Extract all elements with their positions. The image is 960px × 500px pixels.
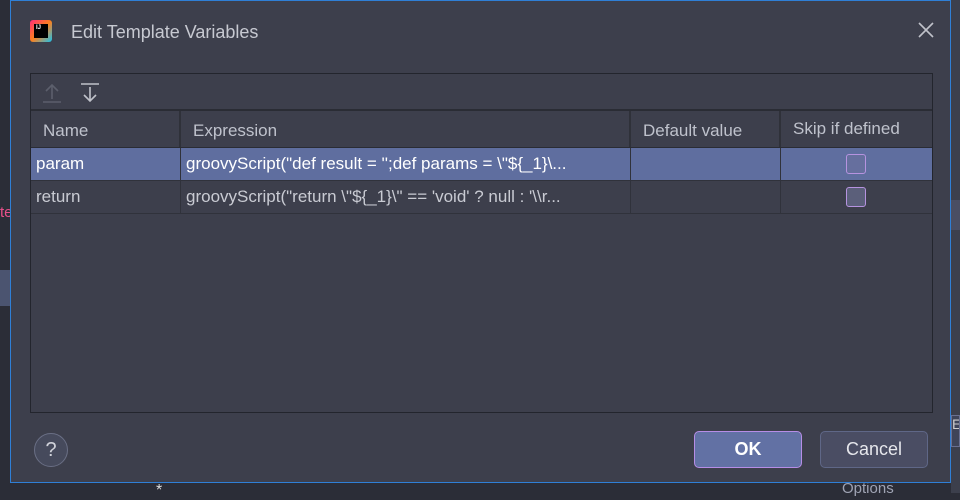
skip-if-defined-checkbox[interactable] xyxy=(846,154,866,174)
variables-table-panel: Name Expression Default value Skip if de… xyxy=(30,73,933,413)
variable-default-value[interactable] xyxy=(631,181,781,213)
ok-button[interactable]: OK xyxy=(694,431,802,468)
background-right: Ec xyxy=(951,0,960,493)
intellij-logo-icon: IJ xyxy=(30,20,52,42)
column-header-skip-if-defined[interactable]: Skip if defined xyxy=(781,111,931,147)
column-header-default-value[interactable]: Default value xyxy=(631,111,781,147)
close-icon[interactable] xyxy=(915,19,937,41)
variable-default-value[interactable] xyxy=(631,148,781,180)
table-header: Name Expression Default value Skip if de… xyxy=(31,111,932,148)
variable-expression[interactable]: groovyScript("def result = '';def params… xyxy=(181,148,631,180)
column-header-name[interactable]: Name xyxy=(31,111,181,147)
variable-name[interactable]: param xyxy=(31,148,181,180)
column-header-expression[interactable]: Expression xyxy=(181,111,631,147)
table-toolbar xyxy=(31,74,932,111)
move-down-icon[interactable] xyxy=(79,82,101,104)
dialog-title: Edit Template Variables xyxy=(71,22,259,42)
background-star: * xyxy=(156,482,163,499)
background-button: Ec xyxy=(951,415,960,447)
variable-expression[interactable]: groovyScript("return \"${_1}\" == 'void'… xyxy=(181,181,631,213)
skip-if-defined-checkbox[interactable] xyxy=(846,187,866,207)
help-button[interactable]: ? xyxy=(34,433,68,467)
table-row[interactable]: return groovyScript("return \"${_1}\" ==… xyxy=(31,181,932,214)
edit-template-variables-dialog: IJ Edit Template Variables Name Expressi… xyxy=(10,0,951,483)
table-row[interactable]: param groovyScript("def result = '';def … xyxy=(31,148,932,181)
variable-name[interactable]: return xyxy=(31,181,181,213)
cancel-button[interactable]: Cancel xyxy=(820,431,928,468)
background-panel xyxy=(0,270,10,306)
move-up-icon[interactable] xyxy=(41,82,63,104)
